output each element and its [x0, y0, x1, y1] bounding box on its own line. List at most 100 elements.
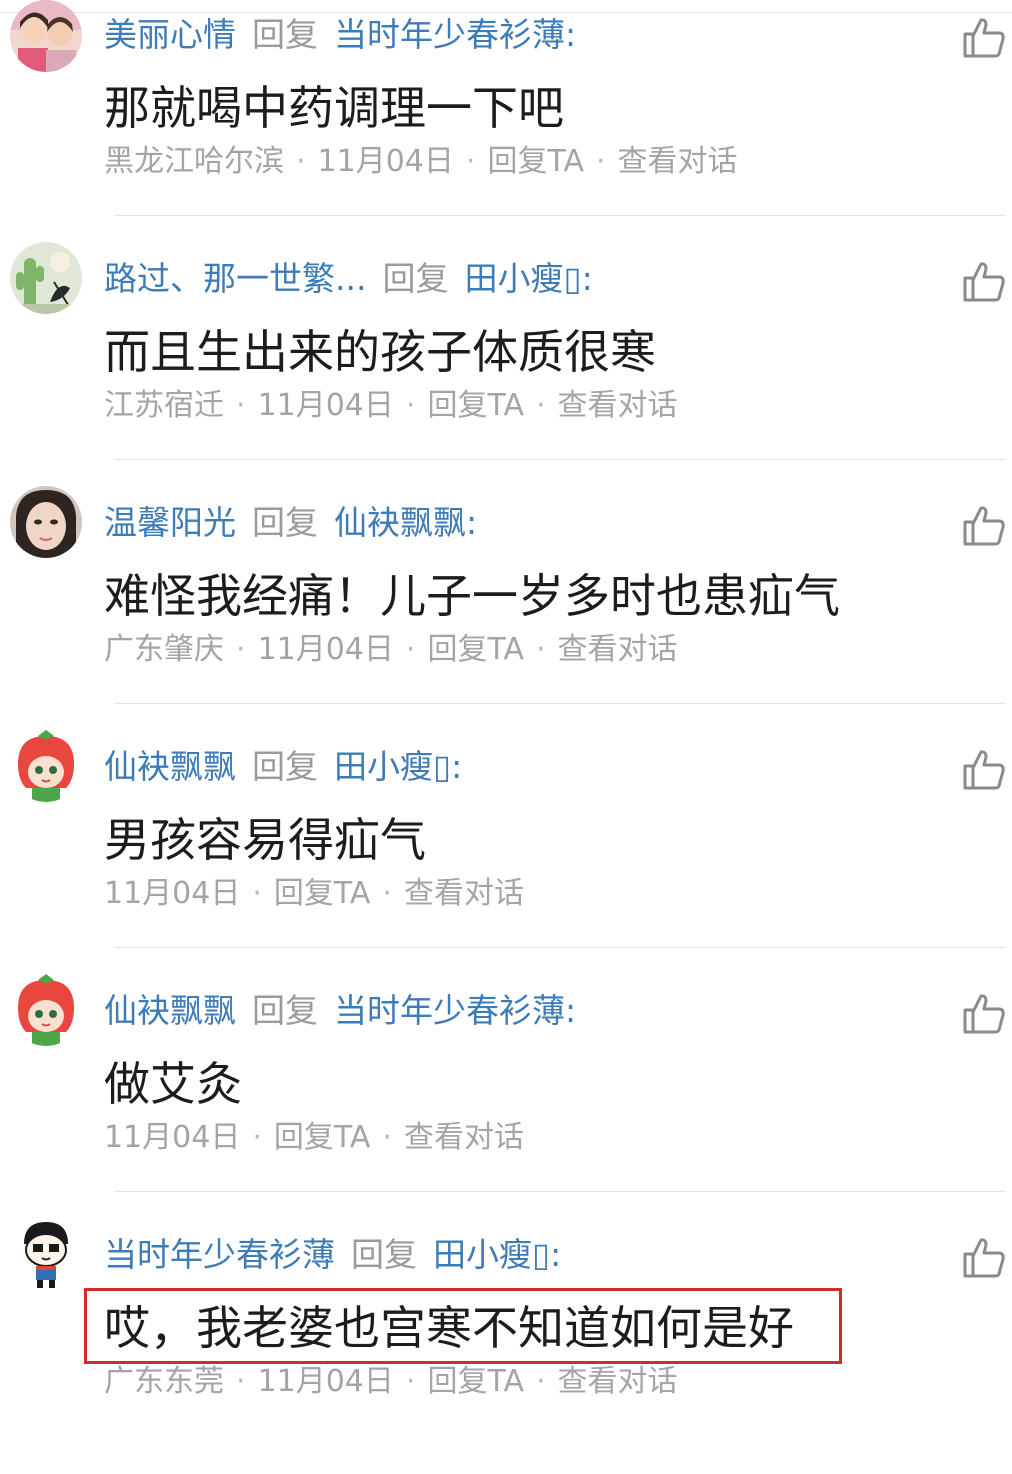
comment-item: 温馨阳光 回复 仙袂飘飘: 难怪我经痛！儿子一岁多时也患疝气 广东肇庆 · 11月04日… [0, 486, 1012, 742]
reply-word: 回复 [382, 259, 449, 298]
thumbs-up-icon[interactable] [962, 748, 1006, 792]
thumbs-up-icon[interactable] [962, 992, 1006, 1036]
comment-location: 黑龙江哈尔滨 [104, 144, 284, 179]
reply-ta-link[interactable]: 回复TA [427, 632, 524, 667]
meta-separator: · [252, 1120, 262, 1155]
meta-separator: · [405, 632, 416, 667]
comment-location: 广东肇庆 [104, 632, 224, 667]
comment-location: 广东东莞 [104, 1364, 224, 1399]
comment-item: 路过、那一世繁... 回复 田小瘦▯: 而且生出来的孩子体质很寒 江苏宿迁 · 11月0… [0, 242, 1012, 498]
comment-text: 而且生出来的孩子体质很寒 [104, 325, 656, 379]
comment-header: 温馨阳光 回复 仙袂飘飘: [104, 498, 477, 548]
view-conversation-link[interactable]: 查看对话 [558, 632, 678, 667]
view-conversation-link[interactable]: 查看对话 [558, 1364, 678, 1399]
cactus-painting-avatar[interactable] [10, 242, 82, 314]
meta-separator: · [595, 144, 606, 179]
comment-date: 11月04日 [104, 1120, 241, 1155]
view-conversation-link[interactable]: 查看对话 [404, 876, 524, 911]
comment-meta: 11月04日 · 回复TA · 查看对话 [104, 1116, 524, 1160]
colon: : [581, 259, 593, 298]
comment-text: 做艾灸 [104, 1057, 242, 1111]
view-conversation-link[interactable]: 查看对话 [404, 1120, 524, 1155]
comment-header: 路过、那一世繁... 回复 田小瘦▯: [104, 254, 593, 304]
colon: : [565, 991, 577, 1030]
reply-target-username[interactable]: 田小瘦▯ [464, 259, 581, 298]
reply-ta-link[interactable]: 回复TA [274, 1120, 371, 1155]
reply-word: 回复 [252, 747, 318, 786]
comment-text: 难怪我经痛！儿子一岁多时也患疝气 [104, 569, 840, 623]
colon: : [565, 15, 577, 54]
comment-meta: 江苏宿迁 · 11月04日 · 回复TA · 查看对话 [104, 384, 678, 428]
meta-separator: · [296, 144, 306, 179]
comment-item: 仙袂飘飘 回复 当时年少春衫薄: 做艾灸 11月04日 · 回复TA · 查看对话 [0, 974, 1012, 1230]
meta-separator: · [405, 388, 416, 423]
comment-date: 11月04日 [104, 876, 241, 911]
comment-username[interactable]: 仙袂飘飘 [104, 991, 236, 1030]
reply-ta-link[interactable]: 回复TA [427, 1364, 524, 1399]
two-women-photo-avatar[interactable] [10, 0, 82, 72]
comment-header: 美丽心情 回复 当时年少春衫薄: [104, 10, 576, 60]
comment-username[interactable]: 当时年少春衫薄 [104, 1235, 335, 1274]
thumbs-up-icon[interactable] [962, 260, 1006, 304]
comment-divider [114, 459, 1006, 460]
meta-separator: · [252, 876, 262, 911]
thumbs-up-icon[interactable] [962, 16, 1006, 60]
comment-header: 仙袂飘飘 回复 田小瘦▯: [104, 742, 462, 792]
strawberry-girl-avatar[interactable] [10, 730, 82, 802]
reply-word: 回复 [252, 503, 318, 542]
cartoon-boy-avatar[interactable] [10, 1218, 82, 1290]
meta-separator: · [236, 632, 246, 667]
comment-header: 仙袂飘飘 回复 当时年少春衫薄: [104, 986, 576, 1036]
comment-username[interactable]: 美丽心情 [104, 15, 236, 54]
comment-date: 11月04日 [257, 388, 394, 423]
meta-separator: · [236, 1364, 246, 1399]
meta-separator: · [405, 1364, 416, 1399]
woman-face-photo-avatar[interactable] [10, 486, 82, 558]
meta-separator: · [465, 144, 476, 179]
meta-separator: · [382, 876, 392, 911]
reply-target-username[interactable]: 仙袂飘飘 [334, 503, 466, 542]
colon: : [466, 503, 478, 542]
comment-meta: 广东东莞 · 11月04日 · 回复TA · 查看对话 [104, 1360, 678, 1404]
reply-target-username[interactable]: 当时年少春衫薄 [334, 15, 565, 54]
reply-ta-link[interactable]: 回复TA [274, 876, 371, 911]
comment-date: 11月04日 [257, 1364, 394, 1399]
comment-date: 11月04日 [257, 632, 394, 667]
comment-item: 美丽心情 回复 当时年少春衫薄: 那就喝中药调理一下吧 黑龙江哈尔滨 · 11月04日 ·… [0, 0, 1012, 254]
meta-separator: · [535, 388, 546, 423]
thumbs-up-icon[interactable] [962, 1236, 1006, 1280]
comment-date: 11月04日 [317, 144, 454, 179]
highlight-box [84, 1288, 842, 1364]
comment-item: 仙袂飘飘 回复 田小瘦▯: 男孩容易得疝气 11月04日 · 回复TA · 查看对话 [0, 730, 1012, 986]
reply-ta-link[interactable]: 回复TA [487, 144, 584, 179]
reply-target-username[interactable]: 田小瘦▯ [334, 747, 451, 786]
comment-meta: 广东肇庆 · 11月04日 · 回复TA · 查看对话 [104, 628, 678, 672]
comment-text: 那就喝中药调理一下吧 [104, 81, 564, 135]
comment-username[interactable]: 路过、那一世繁... [104, 259, 366, 298]
comment-username[interactable]: 仙袂飘飘 [104, 747, 236, 786]
view-conversation-link[interactable]: 查看对话 [618, 144, 738, 179]
reply-target-username[interactable]: 田小瘦▯ [433, 1235, 550, 1274]
strawberry-girl-avatar[interactable] [10, 974, 82, 1046]
meta-separator: · [382, 1120, 392, 1155]
comment-meta: 黑龙江哈尔滨 · 11月04日 · 回复TA · 查看对话 [104, 140, 738, 184]
comment-divider [114, 947, 1006, 948]
reply-target-username[interactable]: 当时年少春衫薄 [334, 991, 565, 1030]
colon: : [550, 1235, 562, 1274]
reply-word: 回复 [252, 991, 318, 1030]
view-conversation-link[interactable]: 查看对话 [558, 388, 678, 423]
comment-username[interactable]: 温馨阳光 [104, 503, 236, 542]
comment-header: 当时年少春衫薄 回复 田小瘦▯: [104, 1230, 561, 1280]
meta-separator: · [535, 1364, 546, 1399]
comment-text: 男孩容易得疝气 [104, 813, 426, 867]
comment-divider [114, 1191, 1006, 1192]
meta-separator: · [535, 632, 546, 667]
meta-separator: · [236, 388, 246, 423]
comment-divider [114, 703, 1006, 704]
reply-word: 回复 [351, 1235, 417, 1274]
reply-ta-link[interactable]: 回复TA [427, 388, 524, 423]
colon: : [451, 747, 463, 786]
thumbs-up-icon[interactable] [962, 504, 1006, 548]
comment-location: 江苏宿迁 [104, 388, 224, 423]
reply-word: 回复 [252, 15, 318, 54]
